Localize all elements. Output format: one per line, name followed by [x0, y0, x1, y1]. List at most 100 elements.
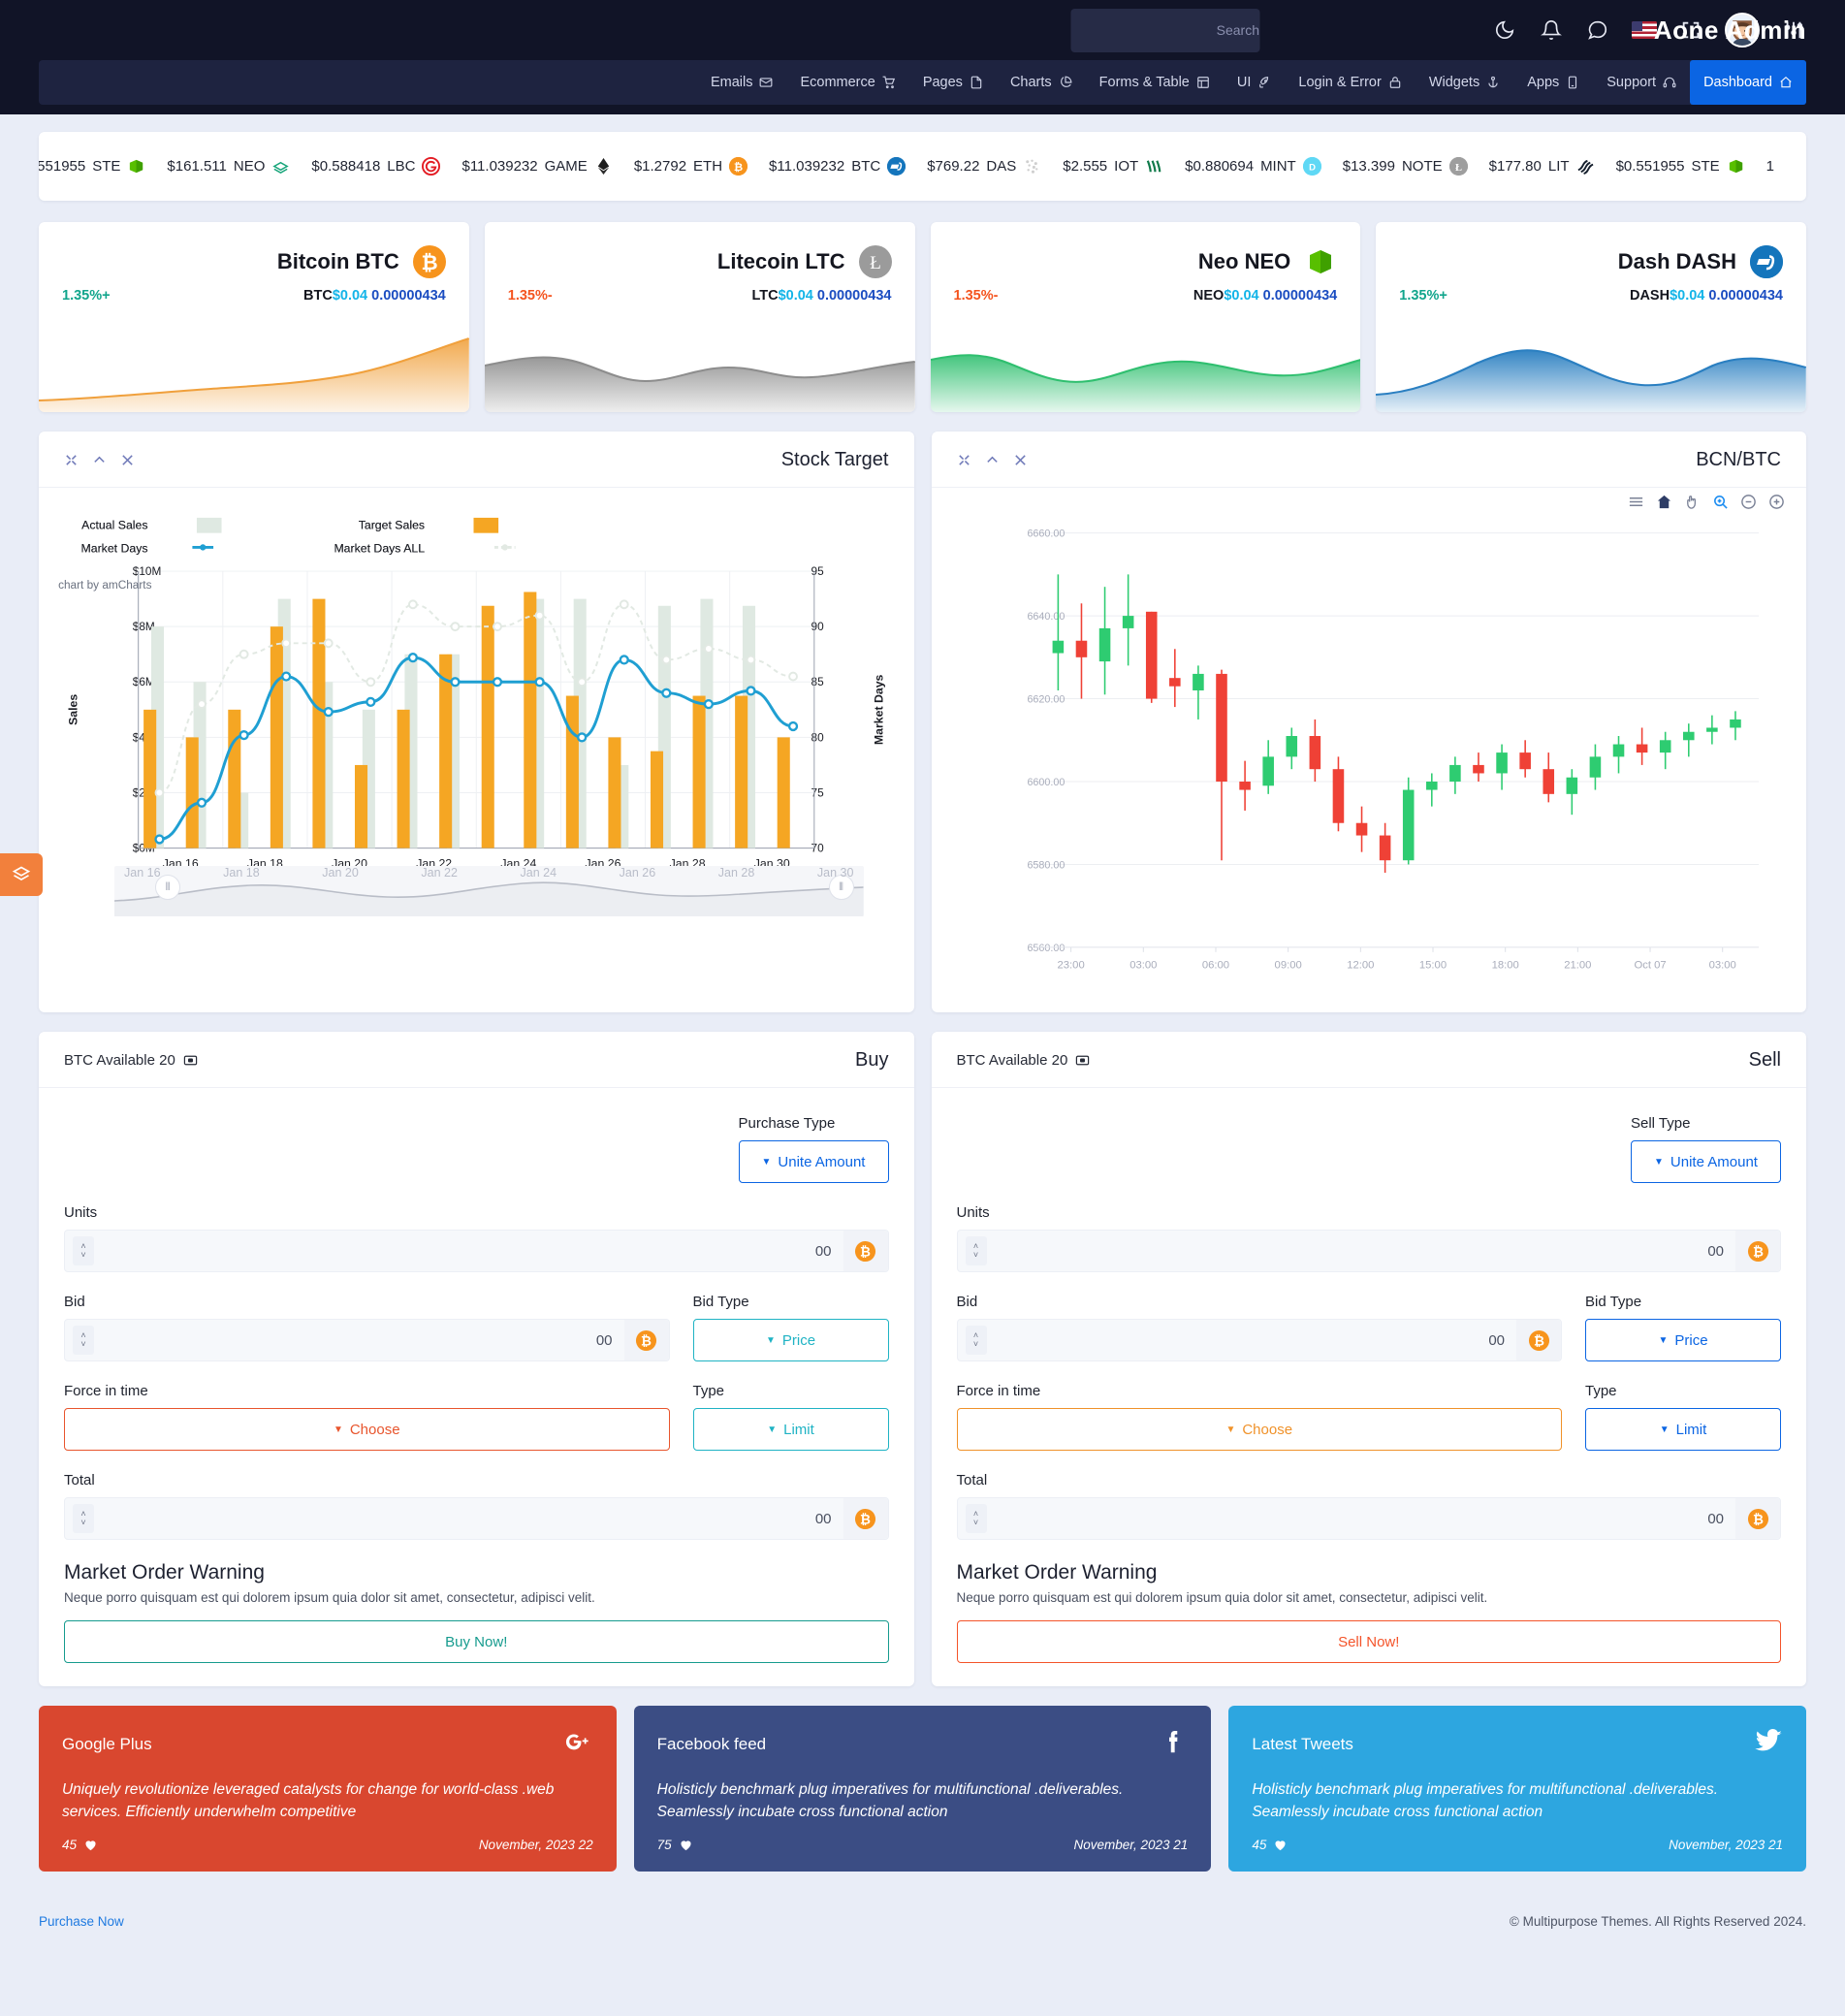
ticker-price: $0.551955	[39, 158, 86, 175]
chevron-down-icon: ▼	[761, 1156, 772, 1168]
nav-label: Login & Error	[1298, 75, 1382, 90]
buy-now-button[interactable]: !Buy Now	[64, 1620, 889, 1663]
collapse-icon[interactable]	[985, 453, 1000, 467]
sell-type-value: Unite Amount	[1670, 1153, 1758, 1170]
units-input[interactable]	[986, 1242, 1735, 1260]
zoom-in-icon[interactable]	[1768, 494, 1785, 510]
order-type-select[interactable]: ▼ Limit	[692, 1408, 889, 1451]
lbry-coin-icon	[271, 157, 290, 176]
ticker-item[interactable]: IOT $2.555	[1052, 157, 1174, 176]
purchase-type-select[interactable]: ▼ Unite Amount	[738, 1140, 889, 1183]
candle-chart-toolbar	[932, 488, 1807, 512]
ticker-item[interactable]: BTC $11.039232	[758, 157, 916, 176]
theme-settings-tab[interactable]	[0, 853, 43, 896]
ticker-item[interactable]: LIT $177.80	[1479, 157, 1606, 176]
order-type-select[interactable]: ▼ Limit	[1585, 1408, 1781, 1451]
close-icon[interactable]	[1013, 453, 1028, 467]
change-percent: 1.35%+	[62, 288, 111, 304]
svg-text:₿: ₿	[641, 1333, 652, 1348]
bid-input-wrap[interactable]: ˄˅ ₿	[956, 1319, 1562, 1361]
nav-item-widgets[interactable]: Widgets	[1416, 60, 1513, 105]
crypto-ticker: 1 STE $0.551955 LIT $177.80 Ł NOTE $13.3…	[39, 132, 1806, 201]
like-count[interactable]: 75	[657, 1838, 693, 1852]
scrollbar-left-grip[interactable]: ⦀	[155, 875, 180, 900]
nav-item-forms-table[interactable]: Forms & Table	[1086, 60, 1224, 105]
ticker-item[interactable]: NEO $161.511	[156, 157, 301, 176]
bid-stepper[interactable]: ˄ ˅	[73, 1326, 94, 1355]
pan-icon[interactable]	[1684, 494, 1701, 510]
ticker-item[interactable]: DAS $769.22	[916, 157, 1052, 176]
bid-input[interactable]	[94, 1331, 624, 1349]
crypto-card-neo[interactable]: Neo NEO 1.35%- NEO$0.04 0.00000434	[930, 222, 1361, 412]
sell-type-select[interactable]: ▼ Unite Amount	[1631, 1140, 1781, 1183]
sell-now-button[interactable]: !Sell Now	[956, 1620, 1781, 1663]
social-card-latest-tweets[interactable]: Latest Tweets Holisticly benchmark plug …	[1228, 1706, 1806, 1872]
total-stepper[interactable]: ˄ ˅	[73, 1504, 94, 1533]
search-input[interactable]	[1082, 21, 1261, 39]
purchase-now-link[interactable]: Purchase Now	[39, 1914, 124, 1929]
nav-item-apps[interactable]: Apps	[1513, 60, 1593, 105]
menu-icon[interactable]	[1628, 494, 1644, 510]
bid-input[interactable]	[986, 1331, 1516, 1349]
zoom-icon[interactable]	[1712, 494, 1729, 510]
units-input-wrap[interactable]: ˄˅ ₿	[64, 1230, 889, 1272]
total-input-wrap[interactable]: ˄˅ ₿	[64, 1497, 889, 1540]
cart-icon	[882, 76, 895, 89]
ticker-item[interactable]: STE $0.551955	[1606, 157, 1756, 176]
moon-icon[interactable]	[1492, 17, 1517, 43]
ticker-item[interactable]: LBC $0.588418	[301, 157, 451, 176]
chart-scrollbar[interactable]: ⦀ ⦀ Jan 16 Jan 18 Jan 20 Jan 22 Jan 24 J…	[114, 866, 864, 916]
panel-bcn-btc: BCN/BTC 6560.00 6580.00 6600.00 6620.00 …	[931, 432, 1807, 1012]
social-title: Google Plus	[61, 1734, 152, 1753]
ticker-item[interactable]: Ł NOTE $13.399	[1332, 157, 1479, 176]
total-input[interactable]	[986, 1510, 1735, 1527]
collapse-icon[interactable]	[92, 453, 107, 467]
nav-item-emails[interactable]: Emails	[697, 60, 787, 105]
scrollbar-right-grip[interactable]: ⦀	[828, 875, 854, 900]
nav-item-support[interactable]: Support	[1593, 60, 1690, 105]
total-input[interactable]	[94, 1510, 843, 1527]
nav-item-dashboard[interactable]: Dashboard	[1690, 60, 1806, 105]
panel-title: Buy	[855, 1049, 889, 1071]
nav-item-ecommerce[interactable]: Ecommerce	[786, 60, 908, 105]
close-icon[interactable]	[120, 453, 135, 467]
crypto-card-dash[interactable]: Dash DASH 1.35%+ DASH$0.04 0.00000434	[1376, 222, 1806, 412]
crypto-card-bitcoin[interactable]: Bitcoin BTC ₿ 1.35%+ BTC$0.04 0.00000434	[39, 222, 469, 412]
social-card-google-plus[interactable]: Google Plus Uniquely revolutionize lever…	[38, 1706, 617, 1872]
nav-item-pages[interactable]: Pages	[909, 60, 997, 105]
ticker-item[interactable]: D MINT $0.880694	[1174, 157, 1332, 176]
bell-icon[interactable]	[1539, 17, 1564, 43]
force-in-time-select[interactable]: ▼ Choose	[956, 1408, 1562, 1451]
svg-text:₿: ₿	[1753, 1244, 1764, 1259]
social-card-facebook-feed[interactable]: Facebook feed Holisticly benchmark plug …	[633, 1706, 1212, 1872]
units-input[interactable]	[94, 1242, 843, 1260]
bid-type-select[interactable]: ▼ Price	[692, 1319, 889, 1361]
units-stepper[interactable]: ˄ ˅	[73, 1236, 94, 1265]
nav-label: Widgets	[1428, 75, 1480, 90]
total-stepper[interactable]: ˄ ˅	[965, 1504, 987, 1533]
bid-input-wrap[interactable]: ˄˅ ₿	[64, 1319, 670, 1361]
nav-item-charts[interactable]: Charts	[997, 60, 1086, 105]
like-count[interactable]: 45	[1252, 1838, 1288, 1852]
home-icon[interactable]	[1656, 494, 1672, 510]
total-input-wrap[interactable]: ˄˅ ₿	[956, 1497, 1781, 1540]
expand-icon[interactable]	[64, 453, 79, 467]
like-count[interactable]: 45	[62, 1838, 98, 1852]
expand-icon[interactable]	[957, 453, 971, 467]
bid-type-select[interactable]: ▼ Price	[1585, 1319, 1781, 1361]
force-in-time-select[interactable]: ▼ Choose	[64, 1408, 670, 1451]
nav-item-login-error[interactable]: Login & Error	[1285, 60, 1415, 105]
units-input-wrap[interactable]: ˄˅ ₿	[956, 1230, 1781, 1272]
ticker-item[interactable]: ₿ ETH $1.2792	[623, 157, 758, 176]
chevron-down-icon: ▼	[333, 1424, 343, 1435]
zoom-out-icon[interactable]	[1740, 494, 1757, 510]
chat-icon[interactable]	[1585, 17, 1610, 43]
nav-item-ui[interactable]: UI	[1224, 60, 1286, 105]
search-box[interactable]	[1070, 8, 1261, 52]
crypto-card-litecoin[interactable]: Litecoin LTC Ł 1.35%- LTC$0.04 0.0000043…	[484, 222, 915, 412]
bid-stepper[interactable]: ˄ ˅	[965, 1326, 987, 1355]
social-date: November, 2023 21	[1669, 1837, 1783, 1852]
ticker-item[interactable]: GAME $11.039232	[451, 157, 622, 176]
units-stepper[interactable]: ˄ ˅	[965, 1236, 987, 1265]
ticker-item[interactable]: STE $0.551955	[39, 157, 156, 176]
